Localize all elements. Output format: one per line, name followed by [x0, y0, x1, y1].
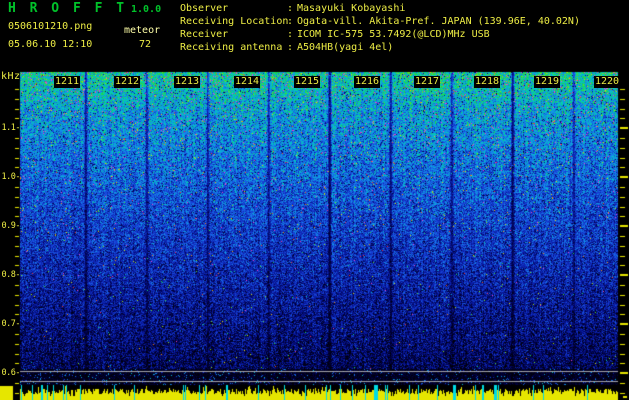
station-row-receiver: Receiver: ICOM IC-575 53.7492(@LCD)MHz US…	[180, 28, 580, 41]
echo-count: 72	[139, 39, 152, 50]
app-title: H R O F F T	[8, 1, 128, 16]
station-row-value: A504HB(yagi 4el)	[297, 42, 394, 53]
time-label: 1212	[114, 76, 141, 88]
capture-filename: 0506101210.png	[8, 21, 93, 32]
time-label: 1220	[594, 76, 621, 88]
station-info: Observer: Masayuki Kobayashi Receiving Lo…	[180, 2, 580, 54]
station-row-label: Receiver	[180, 29, 229, 40]
station-row-separator: :	[287, 16, 294, 27]
station-row-value: Masayuki Kobayashi	[297, 3, 406, 14]
time-label: 1219	[534, 76, 561, 88]
app-version: 1.0.0	[131, 4, 162, 15]
station-row-separator: :	[287, 3, 294, 14]
station-row-antenna: Receiving antenna: A504HB(yagi 4el)	[180, 41, 580, 54]
station-row-separator: :	[287, 29, 294, 40]
freq-tick-label: 0.6-	[1, 368, 21, 378]
freq-tick-label: 0.8-	[1, 270, 21, 280]
station-row-value: Ogata-vill. Akita-Pref. JAPAN (139.96E, …	[297, 16, 580, 27]
freq-tick-label: 0.7-	[1, 319, 21, 329]
station-row-label: Receiving antenna	[180, 42, 283, 53]
time-label: 1211	[54, 76, 81, 88]
time-label: 1213	[174, 76, 201, 88]
time-label: 1216	[354, 76, 381, 88]
station-row-value: ICOM IC-575 53.7492(@LCD)MHz USB	[297, 29, 490, 40]
time-label: 1214	[234, 76, 261, 88]
freq-tick-label: 1.1-	[1, 123, 21, 133]
freq-tick-label: 0.9-	[1, 221, 21, 231]
hrofft-window: H R O F F T 1.0.0 0506101210.png meteor …	[0, 0, 629, 400]
station-row-observer: Observer: Masayuki Kobayashi	[180, 2, 580, 15]
station-row-separator: :	[287, 42, 294, 53]
time-label: 1215	[294, 76, 321, 88]
y-axis-unit-label: kHz	[1, 71, 21, 82]
capture-mode-label: meteor	[124, 25, 161, 36]
capture-datetime: 05.06.10 12:10	[8, 39, 93, 50]
time-label: 1217	[414, 76, 441, 88]
station-row-label: Observer	[180, 3, 229, 14]
station-row-label: Receiving Location	[180, 16, 289, 27]
freq-tick-label: 1.0-	[1, 172, 21, 182]
time-label: 1218	[474, 76, 501, 88]
station-row-location: Receiving Location: Ogata-vill. Akita-Pre…	[180, 15, 580, 28]
spectrogram-canvas	[0, 0, 629, 400]
